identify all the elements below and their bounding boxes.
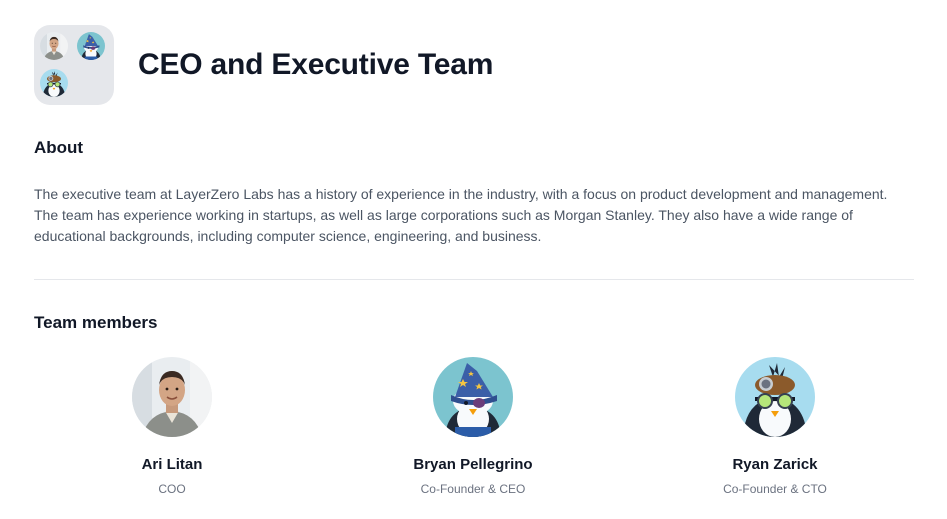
mini-goggles-penguin-avatar: [40, 69, 68, 97]
page-title: CEO and Executive Team: [138, 48, 494, 81]
team-member-card[interactable]: Ari Litan COO: [72, 357, 272, 496]
team-members-heading: Team members: [34, 313, 158, 332]
page-header: CEO and Executive Team: [34, 25, 493, 105]
member-name[interactable]: Ari Litan: [72, 456, 272, 473]
team-member-card[interactable]: Bryan Pellegrino Co-Founder & CEO: [373, 357, 573, 496]
divider: [34, 279, 914, 280]
member-name[interactable]: Bryan Pellegrino: [373, 456, 573, 473]
about-text: The executive team at LayerZero Labs has…: [34, 186, 888, 244]
wizard-penguin-avatar[interactable]: [433, 357, 513, 437]
member-name[interactable]: Ryan Zarick: [675, 456, 875, 473]
goggles-penguin-avatar[interactable]: [735, 357, 815, 437]
mini-person-avatar: [40, 32, 68, 60]
photo-avatar[interactable]: [132, 357, 212, 437]
group-avatars-icon: [34, 25, 114, 105]
member-role: Co-Founder & CEO: [420, 482, 526, 496]
mini-wizard-penguin-avatar: [77, 32, 105, 60]
member-role: Co-Founder & CTO: [723, 482, 827, 496]
member-role: COO: [158, 482, 186, 496]
team-member-card[interactable]: Ryan Zarick Co-Founder & CTO: [675, 357, 875, 496]
about-heading: About: [34, 138, 84, 157]
